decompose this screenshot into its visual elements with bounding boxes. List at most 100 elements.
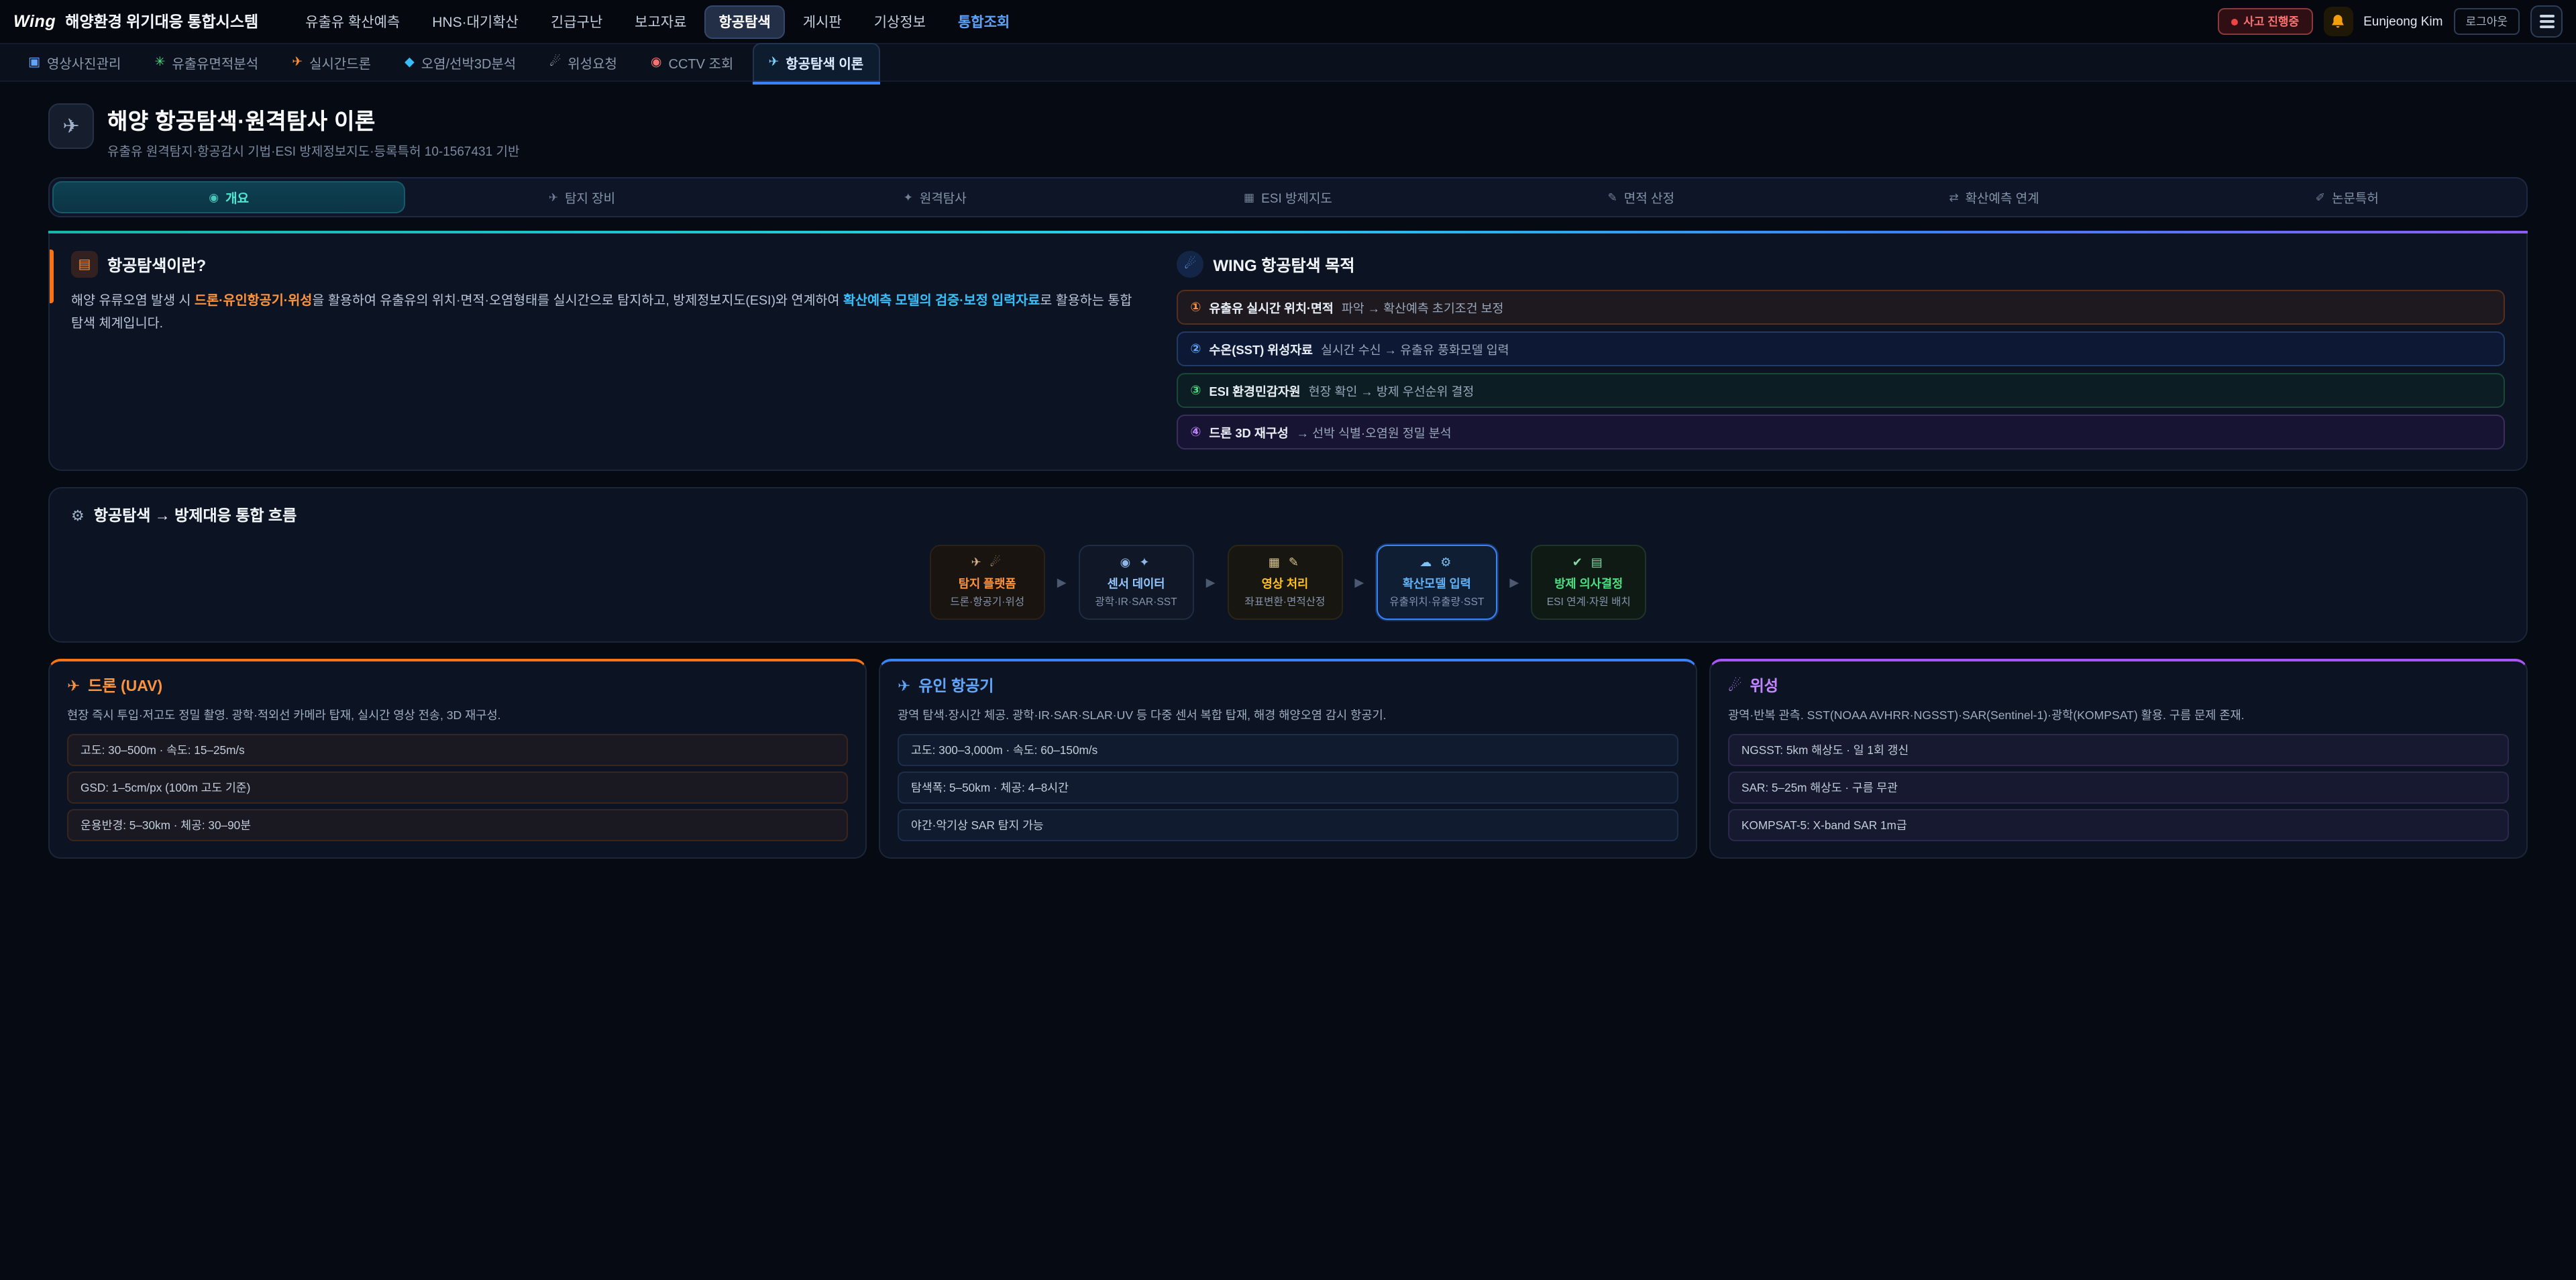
subnav-oil-area-analysis[interactable]: ✳ 유출유면적분석 <box>140 44 273 81</box>
tab-remote-sensing[interactable]: ✦ 원격탐사 <box>759 181 1112 213</box>
spec-row: 고도: 30–500m · 속도: 15–25m/s <box>67 735 848 767</box>
cctv-camera-icon: ◉ <box>651 55 662 70</box>
arrow-right-icon: ▶ <box>1354 575 1364 590</box>
sensor-icons: ◉ ✦ <box>1092 555 1181 570</box>
topbar-right: 사고 진행중 Eunjeong Kim 로그아웃 <box>2218 5 2563 38</box>
cube-3d-icon: ◆ <box>405 55 415 70</box>
nav-oil-spill-prediction[interactable]: 유출유 확산예측 <box>290 5 415 38</box>
arrow-right-icon: ▶ <box>1509 575 1519 590</box>
subnav-label: CCTV 조회 <box>669 52 734 72</box>
aircraft-specs: 고도: 300–3,000m · 속도: 60–150m/s 탐색폭: 5–50… <box>898 735 1678 842</box>
spec-row: 야간·악기상 SAR 탐지 가능 <box>898 810 1678 842</box>
satellite-icon: ☄ <box>549 55 561 70</box>
satellite-card: ☄ 위성 광역·반복 관측. SST(NOAA AVHRR·NGSST)·SAR… <box>1709 659 2528 859</box>
incident-badge-label: 사고 진행중 <box>2243 13 2299 30</box>
incident-dot-icon <box>2231 18 2238 25</box>
aircraft-card-title: ✈ 유인 항공기 <box>898 675 1678 696</box>
platform-icons: ✈ ☄ <box>943 555 1032 570</box>
tab-prediction-link[interactable]: ⇄ 확산예측 연계 <box>1817 181 2170 213</box>
purpose-list: ① 유출유 실시간 위치·면적 파악 → 확산예측 초기조건 보정 ② 수온(S… <box>1177 290 2505 449</box>
section-tabs: ◉ 개요 ✈ 탐지 장비 ✦ 원격탐사 ▦ ESI 방제지도 ✎ 면적 산정 ⇄… <box>48 177 2528 217</box>
subnav-label: 실시간드론 <box>309 52 371 72</box>
drone-icon: ✈ <box>292 55 303 70</box>
tab-esi-map[interactable]: ▦ ESI 방제지도 <box>1112 181 1464 213</box>
subnav-pollution-ship-3d[interactable]: ◆ 오염/선박3D분석 <box>390 44 531 81</box>
image-processing-icons: ▦ ✎ <box>1240 555 1329 570</box>
nav-weather[interactable]: 기상정보 <box>859 5 941 38</box>
drone-description: 현장 즉시 투입·저고도 정밀 촬영. 광학·적외선 카메라 탑재, 실시간 영… <box>67 706 848 725</box>
hamburger-menu-button[interactable] <box>2530 5 2563 38</box>
theory-icon: ✈ <box>768 55 779 70</box>
model-input-icons: ☁ ⚙ <box>1389 555 1484 570</box>
nav-emergency-rescue[interactable]: 긴급구난 <box>536 5 617 38</box>
purpose-item-4: ④ 드론 3D 재구성 → 선박 식별·오염원 정밀 분석 <box>1177 415 2505 449</box>
subnav-aerial-search-theory[interactable]: ✈ 항공탐색 이론 <box>752 43 879 82</box>
flow-step-model-input: ☁ ⚙ 확산모델 입력 유출위치·유출량·SST <box>1376 545 1497 620</box>
page-title: 해양 항공탐색·원격탐사 이론 <box>107 103 519 136</box>
spec-row: KOMPSAT-5: X-band SAR 1m급 <box>1728 810 2509 842</box>
wing-logo-icon: Wing <box>13 12 56 31</box>
incident-status-badge[interactable]: 사고 진행중 <box>2218 8 2312 35</box>
drone-icon: ✈ <box>67 676 80 695</box>
sub-nav: ▣ 영상사진관리 ✳ 유출유면적분석 ✈ 실시간드론 ◆ 오염/선박3D분석 ☄… <box>0 44 2576 82</box>
subnav-realtime-drone[interactable]: ✈ 실시간드론 <box>277 44 386 81</box>
purpose-item-1: ① 유출유 실시간 위치·면적 파악 → 확산예측 초기조건 보정 <box>1177 290 2505 325</box>
document-icon: ✐ <box>2316 190 2325 205</box>
nav-integrated-search[interactable]: 통합조회 <box>943 5 1024 38</box>
drone-card-title: ✈ 드론 (UAV) <box>67 675 848 696</box>
arrow-right-icon: ▶ <box>1057 575 1067 590</box>
what-is-aerial-search-card: ▤ 항공탐색이란? 해양 유류오염 발생 시 드론·유인항공기·위성을 활용하여… <box>71 251 1142 449</box>
equipment-icon: ✈ <box>549 190 558 205</box>
tab-area-calculation[interactable]: ✎ 면적 산정 <box>1464 181 1817 213</box>
subnav-cctv-view[interactable]: ◉ CCTV 조회 <box>636 44 748 81</box>
spec-row: SAR: 5–25m 해상도 · 구름 무관 <box>1728 772 2509 804</box>
page-header: ✈ 해양 항공탐색·원격탐사 이론 유출유 원격탐지·항공감시 기법·ESI 방… <box>48 103 2528 160</box>
satellite-specs: NGSST: 5km 해상도 · 일 1회 갱신 SAR: 5–25m 해상도 … <box>1728 735 2509 842</box>
app-title: 해양환경 위기대응 통합시스템 <box>65 11 258 32</box>
user-name: Eunjeong Kim <box>2363 14 2443 29</box>
nav-aerial-search[interactable]: 항공탐색 <box>704 5 785 38</box>
number-4-icon: ④ <box>1190 425 1201 439</box>
photo-icon: ▣ <box>28 55 40 70</box>
purpose-item-3: ③ ESI 환경민감자원 현장 확인 → 방제 우선순위 결정 <box>1177 373 2505 408</box>
platform-cards: ✈ 드론 (UAV) 현장 즉시 투입·저고도 정밀 촬영. 광학·적외선 카메… <box>48 659 2528 859</box>
satellite-description: 광역·반복 관측. SST(NOAA AVHRR·NGSST)·SAR(Sent… <box>1728 706 2509 725</box>
satellite-icon: ☄ <box>1728 676 1742 695</box>
subnav-label: 항공탐색 이론 <box>786 52 863 72</box>
arrow-right-icon: ▶ <box>1206 575 1216 590</box>
flow-section: ⚙ 항공탐색 → 방제대응 통합 흐름 ✈ ☄ 탐지 플랫폼 드론·항공기·위성… <box>48 487 2528 643</box>
spec-row: GSD: 1–5cm/px (100m 고도 기준) <box>67 772 848 804</box>
logout-button[interactable]: 로그아웃 <box>2453 8 2520 35</box>
nav-board[interactable]: 게시판 <box>788 5 857 38</box>
intro-heading-label: 항공탐색이란? <box>107 253 206 276</box>
satellite-card-title: ☄ 위성 <box>1728 675 2509 696</box>
intro-highlight-model-input: 확산예측 모델의 검증·보정 입력자료 <box>843 294 1040 309</box>
nav-reports[interactable]: 보고자료 <box>620 5 701 38</box>
subnav-satellite-request[interactable]: ☄ 위성요청 <box>535 44 632 81</box>
subnav-label: 오염/선박3D분석 <box>421 52 517 72</box>
tab-overview[interactable]: ◉ 개요 <box>52 181 405 213</box>
nav-hns-atmospheric[interactable]: HNS·대기확산 <box>417 5 533 38</box>
spec-row: 탐색폭: 5–50km · 체공: 4–8시간 <box>898 772 1678 804</box>
drone-card: ✈ 드론 (UAV) 현장 즉시 투입·저고도 정밀 촬영. 광학·적외선 카메… <box>48 659 867 859</box>
tab-detection-equipment[interactable]: ✈ 탐지 장비 <box>405 181 758 213</box>
wing-purpose-card: ☄ WING 항공탐색 목적 ① 유출유 실시간 위치·면적 파악 → 확산예측… <box>1177 251 2505 449</box>
brand-logo[interactable]: Wing 해양환경 위기대응 통합시스템 <box>13 11 258 32</box>
flow-step-image-processing: ▦ ✎ 영상 처리 좌표변환·면적산정 <box>1227 545 1342 620</box>
remote-sensing-icon: ✦ <box>904 190 913 205</box>
page-subtitle: 유출유 원격탐지·항공감시 기법·ESI 방제정보지도·등록특허 10-1567… <box>107 141 519 160</box>
overview-icon: ◉ <box>209 190 219 205</box>
subnav-image-photo-mgmt[interactable]: ▣ 영상사진관리 <box>13 44 136 81</box>
gear-icon: ⚙ <box>71 506 85 524</box>
notifications-button[interactable] <box>2323 7 2353 36</box>
clipboard-icon: ▤ <box>71 251 98 278</box>
flow-step-detection-platform: ✈ ☄ 탐지 플랫폼 드론·항공기·위성 <box>930 545 1045 620</box>
bell-icon <box>2329 13 2347 30</box>
area-analysis-icon: ✳ <box>154 55 165 70</box>
page-header-text: 해양 항공탐색·원격탐사 이론 유출유 원격탐지·항공감시 기법·ESI 방제정… <box>107 103 519 160</box>
subnav-label: 유출유면적분석 <box>172 52 258 72</box>
subnav-label: 영상사진관리 <box>47 52 121 72</box>
tab-papers-patents[interactable]: ✐ 논문특허 <box>2171 181 2524 213</box>
purpose-heading: ☄ WING 항공탐색 목적 <box>1177 251 2505 278</box>
number-1-icon: ① <box>1190 300 1201 315</box>
